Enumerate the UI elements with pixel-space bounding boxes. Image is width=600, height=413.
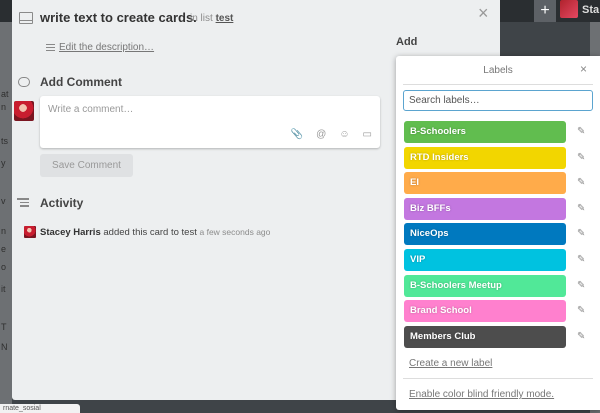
activity-time[interactable]: a few seconds ago	[200, 227, 271, 237]
close-card-button[interactable]: ×	[478, 4, 489, 22]
label-b-schoolers-meetup[interactable]: B-Schoolers Meetup	[404, 275, 566, 297]
activity-title: Activity	[40, 196, 84, 210]
save-comment-button[interactable]: Save Comment	[40, 154, 133, 177]
board-left-edge: at n ts y v n e o it T N	[0, 22, 12, 413]
card-title[interactable]: write text to create cards.	[40, 10, 197, 25]
status-bar-url: rnate_sosial	[0, 404, 80, 413]
popover-title: Labels	[483, 65, 513, 76]
edit-description-link[interactable]: Edit the description…	[59, 42, 154, 53]
board-text-fragment: y	[1, 158, 6, 168]
header-username[interactable]: Sta	[582, 4, 599, 16]
board-text-fragment: it	[1, 284, 6, 294]
board-text-fragment: n	[1, 226, 7, 236]
label-item: B-Schoolers Meetup ✎	[404, 275, 594, 297]
label-brand-school[interactable]: Brand School	[404, 300, 566, 322]
label-item: VIP ✎	[404, 249, 594, 271]
comment-icon	[18, 77, 30, 87]
add-board-button[interactable]: +	[534, 0, 556, 22]
header-avatar[interactable]	[560, 0, 578, 18]
label-vip[interactable]: VIP	[404, 249, 566, 271]
edit-label-icon[interactable]: ✎	[577, 280, 588, 291]
label-item: B-Schoolers ✎	[404, 121, 594, 143]
edit-label-icon[interactable]: ✎	[577, 177, 588, 188]
popover-divider	[403, 378, 593, 379]
board-text-fragment: ts	[1, 136, 9, 146]
popover-divider	[403, 84, 593, 85]
activity-user[interactable]: Stacey Harris	[40, 227, 101, 238]
label-biz-bffs[interactable]: Biz BFFs	[404, 198, 566, 220]
board-text-fragment: n	[1, 102, 7, 112]
board-text-fragment: T	[1, 322, 7, 332]
edit-label-icon[interactable]: ✎	[577, 152, 588, 163]
label-rtd-insiders[interactable]: RTD Insiders	[404, 147, 566, 169]
card-list-info: in list test	[190, 13, 233, 24]
edit-label-icon[interactable]: ✎	[577, 254, 588, 265]
create-label-link[interactable]: Create a new label	[409, 358, 492, 369]
activity-action: added this card to test	[103, 227, 197, 238]
label-item: RTD Insiders ✎	[404, 147, 594, 169]
activity-entry: Stacey Harris added this card to test a …	[40, 227, 270, 238]
close-popover-button[interactable]: ×	[580, 62, 587, 76]
list-name-link[interactable]: test	[216, 13, 234, 24]
color-blind-mode-link[interactable]: Enable color blind friendly mode.	[409, 389, 554, 400]
label-members-club[interactable]: Members Club	[404, 326, 566, 348]
card-icon	[19, 12, 33, 24]
description-icon	[46, 44, 55, 52]
labels-popover: Labels × B-Schoolers ✎ RTD Insiders ✎ EI…	[396, 56, 600, 410]
board-text-fragment: o	[1, 262, 7, 272]
activity-avatar[interactable]	[24, 226, 36, 238]
emoji-icon[interactable]: ☺	[339, 129, 349, 140]
board-text-fragment: at	[1, 89, 9, 99]
comment-placeholder: Write a comment…	[48, 104, 134, 115]
avatar[interactable]	[14, 101, 34, 121]
board-text-fragment: N	[1, 342, 8, 352]
attachment-icon[interactable]: 📎	[291, 129, 303, 140]
label-item: Members Club ✎	[404, 326, 594, 348]
label-item: Biz BFFs ✎	[404, 198, 594, 220]
board-text-fragment: v	[1, 196, 6, 206]
search-labels-input[interactable]	[403, 90, 593, 111]
comment-toolbar: 📎 @ ☺ ▭	[291, 129, 372, 140]
label-item: EI ✎	[404, 172, 594, 194]
add-comment-title: Add Comment	[40, 75, 122, 89]
label-niceops[interactable]: NiceOps	[404, 223, 566, 245]
in-list-prefix: in list	[190, 13, 213, 24]
label-ei[interactable]: EI	[404, 172, 566, 194]
board-text-fragment: e	[1, 244, 7, 254]
card-link-icon[interactable]: ▭	[363, 129, 372, 140]
add-heading: Add	[396, 36, 418, 48]
edit-label-icon[interactable]: ✎	[577, 203, 588, 214]
edit-label-icon[interactable]: ✎	[577, 228, 588, 239]
edit-label-icon[interactable]: ✎	[577, 126, 588, 137]
edit-label-icon[interactable]: ✎	[577, 305, 588, 316]
edit-label-icon[interactable]: ✎	[577, 331, 588, 342]
label-item: NiceOps ✎	[404, 223, 594, 245]
comment-input[interactable]: Write a comment… 📎 @ ☺ ▭	[40, 96, 380, 148]
label-item: Brand School ✎	[404, 300, 594, 322]
label-b-schoolers[interactable]: B-Schoolers	[404, 121, 566, 143]
mention-icon[interactable]: @	[316, 129, 326, 140]
activity-icon	[17, 198, 29, 207]
